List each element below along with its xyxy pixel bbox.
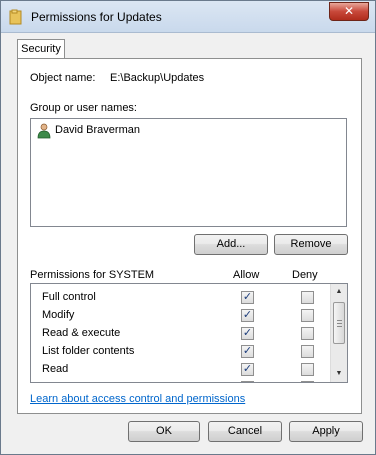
scroll-down-icon[interactable]: ▼ <box>333 368 345 380</box>
deny-checkbox[interactable] <box>301 291 314 304</box>
allow-checkbox[interactable]: ✓ <box>241 291 254 304</box>
permission-row: List folder contents ✓ <box>31 342 331 360</box>
learn-more-link[interactable]: Learn about access control and permissio… <box>30 393 245 405</box>
deny-checkbox[interactable] <box>301 363 314 376</box>
group-or-user-names-label: Group or user names: <box>30 102 137 114</box>
deny-checkbox[interactable] <box>301 327 314 340</box>
permission-row: Modify ✓ <box>31 306 331 324</box>
permission-name: Full control <box>42 291 96 303</box>
deny-column-header: Deny <box>292 269 318 281</box>
permission-name: Modify <box>42 309 75 321</box>
scrollbar-thumb[interactable] <box>333 302 345 344</box>
deny-checkbox[interactable] <box>301 345 314 358</box>
allow-checkbox[interactable]: ✓ <box>241 345 254 358</box>
allow-checkbox[interactable]: ✓ <box>241 363 254 376</box>
deny-checkbox[interactable] <box>301 381 314 382</box>
permissions-label: Permissions for SYSTEM <box>30 269 155 281</box>
close-button[interactable]: ✕ <box>329 2 369 21</box>
permission-name: Read <box>42 363 69 375</box>
permissions-scrollbar[interactable]: ▲ ▼ <box>330 284 347 382</box>
ok-button[interactable]: OK <box>128 421 200 442</box>
tab-security-label: Security <box>21 43 61 55</box>
user-list[interactable]: David Braverman <box>30 118 347 227</box>
permission-row: Read ✓ <box>31 360 331 378</box>
deny-checkbox[interactable] <box>301 309 314 322</box>
permission-row: Read & execute ✓ <box>31 324 331 342</box>
user-name: David Braverman <box>55 124 140 136</box>
user-icon <box>37 123 51 139</box>
remove-button[interactable]: Remove <box>274 234 348 255</box>
permission-name: Read & execute <box>42 327 121 339</box>
cancel-button[interactable]: Cancel <box>208 421 282 442</box>
object-name-value: E:\Backup\Updates <box>110 72 205 84</box>
close-icon: ✕ <box>343 4 355 18</box>
tab-security[interactable]: Security <box>17 39 65 59</box>
title-bar[interactable]: Permissions for Updates ✕ <box>1 1 375 33</box>
window-title: Permissions for Updates <box>31 10 162 24</box>
allow-checkbox[interactable]: ✓ <box>241 381 254 382</box>
allow-checkbox[interactable]: ✓ <box>241 327 254 340</box>
permission-row: ✓ <box>31 378 331 382</box>
permissions-list[interactable]: Full control ✓ Modify ✓ Read & execute ✓ List … <box>30 283 348 383</box>
add-button[interactable]: Add... <box>194 234 268 255</box>
scroll-up-icon[interactable]: ▲ <box>333 286 345 298</box>
allow-checkbox[interactable]: ✓ <box>241 309 254 322</box>
permissions-dialog: Permissions for Updates ✕ Security Objec… <box>0 0 376 455</box>
object-name-label: Object name: <box>30 72 96 84</box>
permission-row: Full control ✓ <box>31 288 331 306</box>
allow-column-header: Allow <box>233 269 260 281</box>
folder-icon <box>9 9 22 25</box>
permission-name: List folder contents <box>42 345 135 357</box>
apply-button[interactable]: Apply <box>289 421 363 442</box>
